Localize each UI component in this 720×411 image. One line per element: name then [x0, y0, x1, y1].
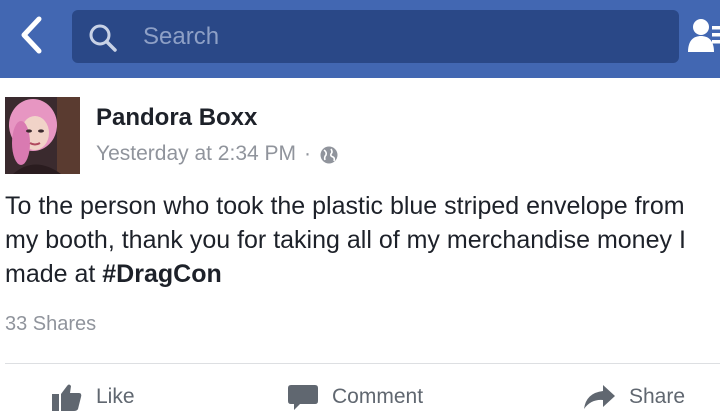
- search-icon: [89, 24, 117, 52]
- friend-requests-icon: [688, 19, 720, 52]
- like-button[interactable]: Like: [52, 383, 135, 411]
- chevron-left-icon: [21, 16, 42, 54]
- profile-avatar[interactable]: [5, 97, 80, 174]
- search-input[interactable]: Search: [72, 10, 679, 63]
- post-timestamp[interactable]: Yesterday at 2:34 PM: [96, 142, 296, 166]
- friend-requests-button[interactable]: [688, 16, 720, 56]
- comment-icon: [288, 385, 318, 410]
- share-count[interactable]: 33 Shares: [5, 313, 96, 336]
- comment-label: Comment: [332, 385, 424, 408]
- share-button[interactable]: Share: [583, 383, 685, 411]
- back-button[interactable]: [14, 15, 48, 55]
- top-navigation-bar: Search: [0, 0, 720, 78]
- divider: [5, 363, 720, 364]
- post-body: To the person who took the plastic blue …: [5, 189, 717, 291]
- meta-separator: ·: [304, 142, 312, 165]
- share-label: Share: [629, 385, 686, 408]
- post-author-name[interactable]: Pandora Boxx: [96, 104, 257, 132]
- hashtag-link[interactable]: #DragCon: [102, 260, 221, 288]
- like-label: Like: [96, 385, 135, 408]
- post-metadata: Yesterday at 2:34 PM ·: [96, 142, 339, 166]
- globe-icon[interactable]: [319, 145, 339, 165]
- search-placeholder: Search: [143, 23, 220, 50]
- thumbs-up-icon: [52, 384, 82, 411]
- share-arrow-icon: [584, 385, 615, 409]
- comment-button[interactable]: Comment: [288, 383, 423, 411]
